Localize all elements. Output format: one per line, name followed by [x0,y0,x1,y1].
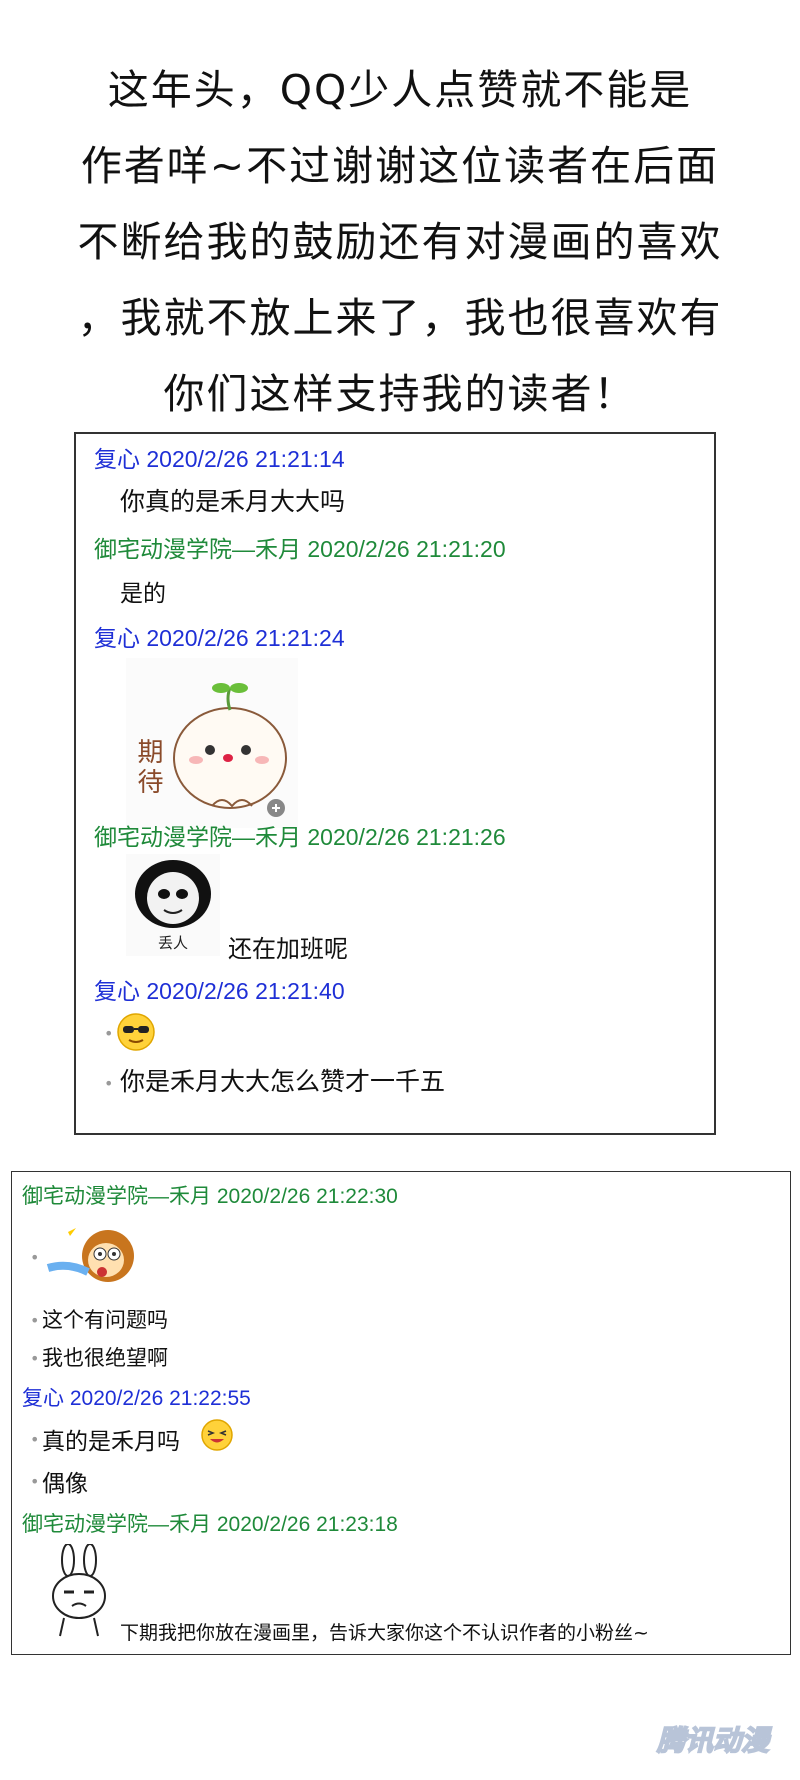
tencent-comic-logo-icon: 腾讯动漫 [655,1723,773,1758]
sticker-text: 期待 [133,738,163,798]
message-text: 下期我把你放在漫画里，告诉大家你这个不认识作者的小粉丝~ [120,1622,649,1644]
chat-log-2: 御宅动漫学院—禾月 2020/2/26 21:22:30 • • 这个有问题吗 … [11,1171,791,1655]
message-text: 偶像 [42,1471,88,1497]
bunny-sticker[interactable] [42,1543,116,1640]
intro-line: 作者咩~不过谢谢这位读者在后面 [80,142,720,190]
intro-line: 不断给我的鼓励还有对漫画的喜欢 [77,218,723,266]
message-header: 复心 2020/2/26 21:21:14 [94,446,345,472]
message-header: 御宅动漫学院—禾月 2020/2/26 21:23:18 [22,1513,398,1536]
monkey-sticker[interactable] [44,1216,140,1294]
intro-text: 这年头，QQ少人点赞就不能是 作者咩~不过谢谢这位读者在后面 不断给我的鼓励还有… [0,52,800,432]
intro-line: 这年头，QQ少人点赞就不能是 [107,66,693,114]
message-text: 我也很绝望啊 [42,1346,168,1370]
sunglasses-emoji [116,1012,156,1052]
message-header: 御宅动漫学院—禾月 2020/2/26 21:21:20 [94,536,506,562]
chat-log-1: 复心 2020/2/26 21:21:14 你真的是禾月大大吗 御宅动漫学院—禾… [74,432,716,1135]
bullet-dot: • [104,1074,114,1093]
message-text: 是的 [120,581,166,607]
bunny-face-icon [52,1543,106,1637]
monkey-face-icon [46,1224,134,1282]
message-text: 真的是禾月吗 [42,1429,180,1455]
message-header: 御宅动漫学院—禾月 2020/2/26 21:22:30 [22,1185,398,1208]
watermark-logo: 腾讯动漫 [648,1720,778,1764]
sticker-caption: 丢人 [158,934,188,952]
message-text: 你是禾月大大怎么赞才一千五 [120,1067,446,1096]
message-header: 复心 2020/2/26 21:22:55 [22,1387,251,1410]
sunglasses-face-icon [117,1013,155,1051]
message-text: 这个有问题吗 [42,1308,168,1332]
watermark-text: 腾讯动漫 [656,1724,772,1757]
message-header: 复心 2020/2/26 21:21:24 [94,625,345,651]
intro-line: ，我就不放上来了，我也很喜欢有 [77,294,723,342]
bullet-dot: • [30,1430,40,1449]
laughing-emoji [200,1418,234,1452]
sticker-panda[interactable]: 丢人 [126,854,220,956]
panda-face-icon: 丢人 [126,854,220,956]
message-header: 御宅动漫学院—禾月 2020/2/26 21:21:26 [94,824,506,850]
bullet-dot: • [30,1248,40,1267]
message-header: 复心 2020/2/26 21:21:40 [94,978,345,1004]
bullet-dot: • [30,1311,40,1330]
intro-line: 你们这样支持我的读者！ [163,370,637,418]
bullet-dot: • [30,1472,40,1491]
sticker-look-forward[interactable]: 期待 [126,658,298,828]
message-text: 你真的是禾月大大吗 [120,487,346,516]
bullet-dot: • [104,1024,114,1043]
message-text: 还在加班呢 [228,935,348,963]
bullet-dot: • [30,1349,40,1368]
laughing-face-icon [201,1419,233,1451]
sprout-bun-icon: 期待 [126,658,298,828]
